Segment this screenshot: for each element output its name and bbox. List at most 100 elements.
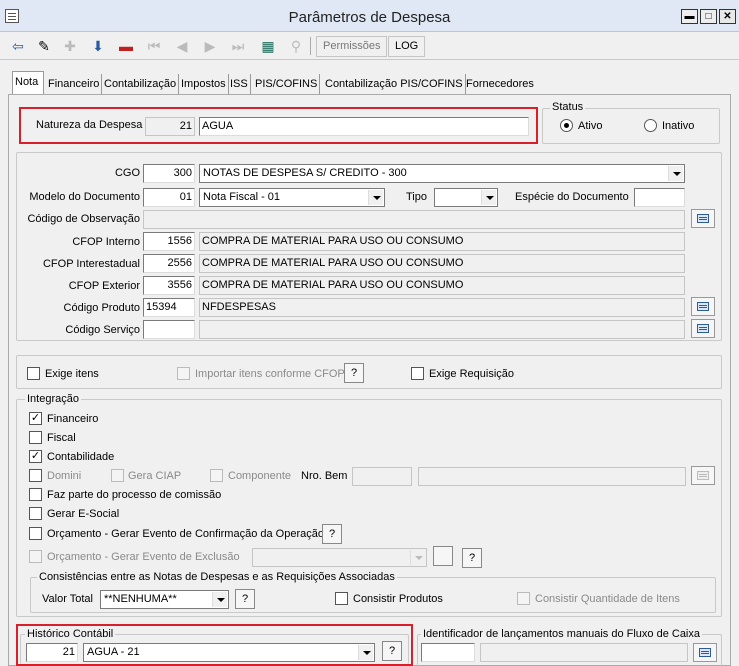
list-icon xyxy=(697,214,709,223)
edit-icon[interactable]: ✎ xyxy=(32,35,56,57)
search-icon[interactable]: ⚲ xyxy=(284,35,308,57)
tab-nota[interactable]: Nota xyxy=(12,71,44,94)
fiscal-label: Fiscal xyxy=(47,432,76,444)
historico-code-input[interactable]: 21 xyxy=(26,643,78,662)
historico-help-button[interactable]: ? xyxy=(382,641,402,661)
produto-lookup-button[interactable] xyxy=(691,297,715,316)
historico-select[interactable]: AGUA - 21 xyxy=(83,643,375,662)
exit-icon[interactable]: ⇦ xyxy=(6,35,30,57)
chevron-down-icon xyxy=(481,190,496,205)
delete-icon[interactable]: ▬ xyxy=(114,35,138,57)
servico-lookup-button[interactable] xyxy=(691,319,715,338)
last-record-icon[interactable]: ⏭ xyxy=(226,35,250,57)
cfop-interestadual-code-input[interactable]: 2556 xyxy=(143,254,195,273)
exige-itens-checkbox[interactable] xyxy=(27,367,40,380)
historico-select-value: AGUA - 21 xyxy=(87,646,140,658)
fiscal-checkbox[interactable] xyxy=(29,431,42,444)
componente-checkbox[interactable] xyxy=(210,469,223,482)
esocial-checkbox[interactable] xyxy=(29,507,42,520)
list-icon xyxy=(697,302,709,311)
tab-pis-cofins[interactable]: PIS/COFINS xyxy=(253,74,321,94)
cfop-interno-code-input[interactable]: 1556 xyxy=(143,232,195,251)
tab-contabilizacao[interactable]: Contabilização xyxy=(102,74,180,94)
list-icon xyxy=(697,471,709,480)
modelo-code-input[interactable]: 01 xyxy=(143,188,195,207)
importar-itens-checkbox[interactable] xyxy=(177,367,190,380)
nro-bem-lookup-button[interactable] xyxy=(691,466,715,485)
cfop-exterior-code-input[interactable]: 3556 xyxy=(143,276,195,295)
valor-total-select[interactable]: **NENHUMA** xyxy=(100,590,229,609)
close-button[interactable]: ✕ xyxy=(719,9,736,24)
comissao-checkbox[interactable] xyxy=(29,488,42,501)
gera-ciap-checkbox[interactable] xyxy=(111,469,124,482)
tipo-select[interactable] xyxy=(434,188,498,207)
financeiro-label: Financeiro xyxy=(47,413,99,425)
servico-code-input[interactable] xyxy=(143,320,195,339)
financeiro-checkbox[interactable]: ✓ xyxy=(29,412,42,425)
domini-label: Domini xyxy=(47,470,82,482)
status-ativo-radio[interactable] xyxy=(560,119,573,132)
orc-exclusao-help-button[interactable]: ? xyxy=(462,548,482,568)
fluxo-lookup-button[interactable] xyxy=(693,643,717,662)
minimize-button[interactable]: ▬ xyxy=(681,9,698,24)
contabilidade-checkbox[interactable]: ✓ xyxy=(29,450,42,463)
tipo-label: Tipo xyxy=(406,191,427,203)
log-button[interactable]: LOG xyxy=(388,36,426,57)
tab-iss[interactable]: ISS xyxy=(228,74,251,94)
previous-record-icon[interactable]: ◀ xyxy=(170,35,194,57)
fluxo-code-input[interactable] xyxy=(421,643,475,662)
importar-itens-help-button[interactable]: ? xyxy=(344,363,364,383)
tab-impostos[interactable]: Impostos xyxy=(179,74,229,94)
cfop-interestadual-desc: COMPRA DE MATERIAL PARA USO OU CONSUMO xyxy=(199,254,685,273)
orc-confirmacao-checkbox[interactable] xyxy=(29,527,42,540)
status-inativo-radio[interactable] xyxy=(644,119,657,132)
natureza-desc-input[interactable]: AGUA xyxy=(199,117,529,136)
first-record-icon[interactable]: ⏮ xyxy=(142,35,166,57)
domini-checkbox[interactable] xyxy=(29,469,42,482)
consistencias-title: Consistências entre as Notas de Despesas… xyxy=(37,571,397,583)
integracao-title: Integração xyxy=(25,393,81,405)
save-icon[interactable]: ⬇ xyxy=(86,35,110,57)
new-icon[interactable]: ✚ xyxy=(58,35,82,57)
fluxo-title: Identificador de lançamentos manuais do … xyxy=(421,628,702,640)
orc-exclusao-checkbox[interactable] xyxy=(29,550,42,563)
observacao-lookup-button[interactable] xyxy=(691,209,715,228)
produto-code-input[interactable]: 15394 xyxy=(143,298,195,317)
consistir-qtd-checkbox[interactable] xyxy=(517,592,530,605)
comissao-label: Faz parte do processo de comissão xyxy=(47,489,222,501)
maximize-button[interactable]: □ xyxy=(700,9,717,24)
orc-confirmacao-help-button[interactable]: ? xyxy=(322,524,342,544)
modelo-select[interactable]: Nota Fiscal - 01 xyxy=(199,188,385,207)
tab-financeiro[interactable]: Financeiro xyxy=(46,74,103,94)
permissoes-button[interactable]: Permissões xyxy=(316,36,388,57)
grid-icon[interactable]: ▦ xyxy=(256,35,280,57)
orc-exclusao-label: Orçamento - Gerar Evento de Exclusão xyxy=(47,551,240,563)
exige-requisicao-checkbox[interactable] xyxy=(411,367,424,380)
cfop-interno-desc: COMPRA DE MATERIAL PARA USO OU CONSUMO xyxy=(199,232,685,251)
tab-contabilizacao-pis-cofins[interactable]: Contabilização PIS/COFINS xyxy=(323,74,466,94)
next-record-icon[interactable]: ▶ xyxy=(198,35,222,57)
cgo-select-value: NOTAS DE DESPESA S/ CREDITO - 300 xyxy=(203,167,407,179)
especie-input[interactable] xyxy=(634,188,685,207)
consistir-qtd-label: Consistir Quantidade de Itens xyxy=(535,593,680,605)
observacao-input xyxy=(143,210,685,229)
list-icon xyxy=(697,324,709,333)
cgo-select[interactable]: NOTAS DE DESPESA S/ CREDITO - 300 xyxy=(199,164,685,183)
cfop-exterior-label: CFOP Exterior xyxy=(68,280,140,292)
observacao-label: Código de Observação xyxy=(27,213,140,225)
valor-total-value: **NENHUMA** xyxy=(104,593,177,605)
produto-desc: NFDESPESAS xyxy=(199,298,685,317)
consistir-produtos-checkbox[interactable] xyxy=(335,592,348,605)
valor-total-help-button[interactable]: ? xyxy=(235,589,255,609)
tab-fornecedores[interactable]: Fornecedores xyxy=(464,74,536,94)
cfop-interno-label: CFOP Interno xyxy=(72,236,140,248)
orc-confirmacao-label: Orçamento - Gerar Evento de Confirmação … xyxy=(47,528,324,540)
orc-exclusao-extra-button[interactable] xyxy=(433,546,453,566)
orc-exclusao-select[interactable] xyxy=(252,548,427,567)
esocial-label: Gerar E-Social xyxy=(47,508,120,520)
status-ativo-label: Ativo xyxy=(578,120,603,132)
contabilidade-label: Contabilidade xyxy=(47,451,115,463)
natureza-code: 21 xyxy=(145,117,195,136)
cgo-code-input[interactable]: 300 xyxy=(143,164,195,183)
fluxo-desc xyxy=(480,643,688,662)
